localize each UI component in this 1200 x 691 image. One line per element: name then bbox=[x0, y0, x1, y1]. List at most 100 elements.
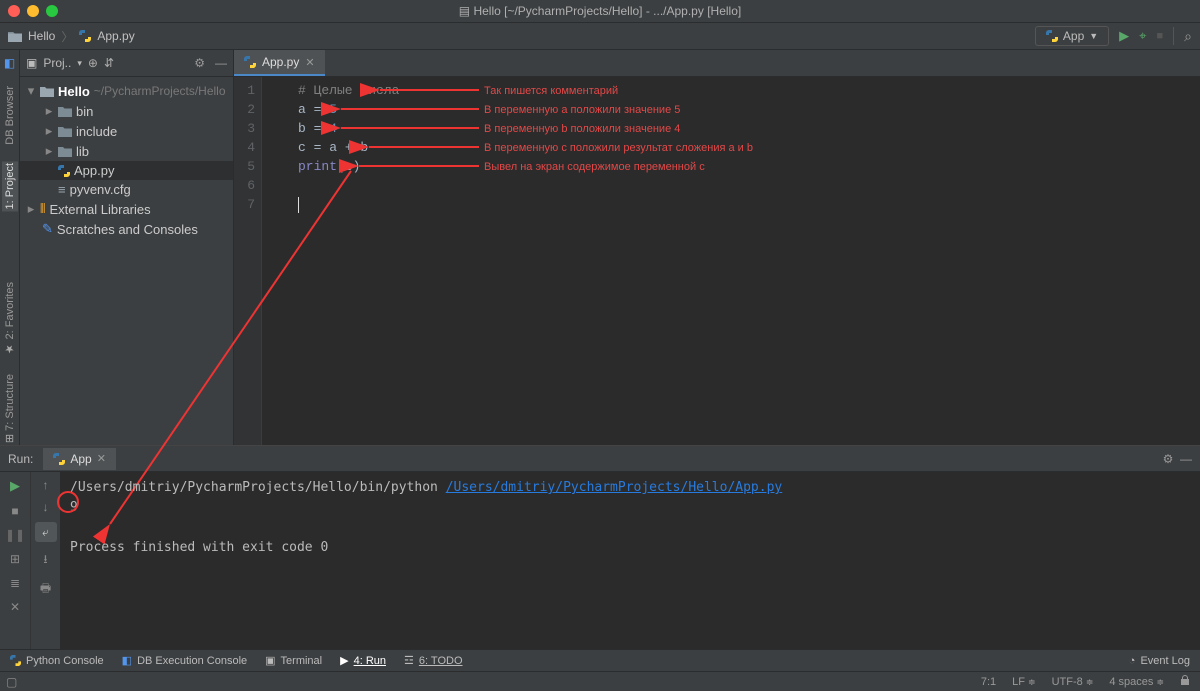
gear-icon[interactable]: ⚙ bbox=[1163, 452, 1174, 466]
annotation-5: Вывел на экран содержимое переменной c bbox=[484, 161, 705, 173]
todo-tab[interactable]: ☲6: TODO bbox=[404, 654, 462, 667]
tool-windows-icon[interactable]: ▢ bbox=[6, 675, 17, 689]
run-output-actions: ↑ ↓ ⤶ ⭳ 🖶 bbox=[30, 472, 60, 649]
tree-file-pyvenv[interactable]: ≡pyvenv.cfg bbox=[20, 180, 233, 199]
run-exit-line: Process finished with exit code 0 bbox=[70, 538, 1190, 558]
code-editor[interactable]: App.py ✕ 1234567 # Целые числа a = 5 b =… bbox=[234, 50, 1200, 445]
divider bbox=[1173, 27, 1174, 45]
window-controls[interactable] bbox=[8, 5, 58, 17]
chevron-down-icon: ▼ bbox=[1089, 31, 1098, 41]
structure-tab[interactable]: ⊞ 7: Structure bbox=[1, 372, 18, 445]
project-tool-header: ▣ Proj.. ▾ ⊕ ⇵ ⚙ — bbox=[20, 50, 233, 77]
breadcrumb-file[interactable]: App.py bbox=[97, 29, 134, 43]
run-console[interactable]: /Users/dmitriy/PycharmProjects/Hello/bin… bbox=[60, 472, 1200, 649]
tree-scratches[interactable]: ✎Scratches and Consoles bbox=[20, 219, 233, 239]
close-icon[interactable]: ✕ bbox=[305, 56, 314, 69]
python-icon bbox=[10, 655, 21, 666]
target-icon[interactable]: ⊕ bbox=[88, 56, 98, 70]
annotation-4: В переменную c положили результат сложен… bbox=[484, 142, 753, 154]
db-browser-icon[interactable]: ◧ bbox=[4, 56, 15, 70]
python-icon bbox=[244, 56, 256, 68]
minimize-icon[interactable]: — bbox=[1180, 452, 1192, 466]
python-icon bbox=[58, 165, 70, 177]
tree-external-libraries[interactable]: ▸⫴External Libraries bbox=[20, 199, 233, 219]
close-panel-icon[interactable]: ✕ bbox=[10, 600, 20, 614]
encoding[interactable]: UTF-8 ≑ bbox=[1052, 676, 1094, 688]
play-icon: ▶ bbox=[340, 654, 348, 667]
dump-icon[interactable]: ≣ bbox=[10, 576, 20, 590]
project-root-path: ~/PycharmProjects/Hello bbox=[94, 84, 226, 98]
soft-wrap-icon[interactable]: ⤶ bbox=[35, 522, 57, 542]
editor-tab-label: App.py bbox=[262, 55, 299, 69]
folder-icon bbox=[58, 145, 72, 157]
run-icon[interactable]: ▶ bbox=[1119, 28, 1129, 44]
annotation-1: Так пишется комментарий bbox=[484, 85, 618, 97]
zoom-window-icon[interactable] bbox=[46, 5, 58, 17]
document-icon: ▤ bbox=[459, 4, 474, 18]
sort-icon[interactable]: ⇵ bbox=[104, 56, 114, 70]
chevron-right-icon[interactable]: ▸ bbox=[44, 123, 54, 139]
code-line-1: # Целые числа bbox=[298, 83, 399, 98]
chevron-right-icon[interactable]: ▸ bbox=[44, 143, 54, 159]
debug-icon[interactable]: ⌖ bbox=[1139, 28, 1146, 44]
chevron-down-icon[interactable]: ▾ bbox=[77, 58, 82, 69]
line-ending[interactable]: LF ≑ bbox=[1012, 676, 1035, 688]
minimize-window-icon[interactable] bbox=[27, 5, 39, 17]
pause-icon[interactable]: ❚❚ bbox=[5, 528, 25, 542]
run-output-line: 9 bbox=[70, 498, 1190, 518]
scroll-end-icon[interactable]: ⭳ bbox=[43, 550, 47, 571]
close-window-icon[interactable] bbox=[8, 5, 20, 17]
db-browser-tab[interactable]: DB Browser bbox=[2, 84, 18, 147]
event-log-tab[interactable]: ◔Event Log bbox=[1129, 655, 1190, 667]
layout-icon[interactable]: ⊞ bbox=[10, 552, 20, 566]
close-icon[interactable]: ✕ bbox=[97, 452, 106, 465]
run-tool-window: Run: App ✕ ⚙ — ▶ ■ ❚❚ ⊞ ≣ ✕ ↑ ↓ ⤶ ⭳ 🖶 bbox=[0, 445, 1200, 649]
left-tool-stripe: ◧ DB Browser 1: Project ★ 2: Favorites ⊞… bbox=[0, 50, 20, 445]
tree-folder-bin[interactable]: ▸bin bbox=[20, 101, 233, 121]
terminal-icon: ▣ bbox=[265, 654, 275, 667]
terminal-tab[interactable]: ▣Terminal bbox=[265, 654, 322, 667]
indent-setting[interactable]: 4 spaces ≑ bbox=[1109, 676, 1164, 688]
editor-tab-app-py[interactable]: App.py ✕ bbox=[234, 50, 325, 76]
project-root[interactable]: ▾ Hello ~/PycharmProjects/Hello bbox=[20, 81, 233, 101]
line-gutter: 1234567 bbox=[234, 77, 262, 445]
tree-folder-lib[interactable]: ▸lib bbox=[20, 141, 233, 161]
run-tab-label: App bbox=[70, 452, 91, 466]
code-editor-body[interactable]: # Целые числа a = 5 b = 4 c = a + b prin… bbox=[262, 77, 399, 445]
chevron-right-icon[interactable]: ▸ bbox=[26, 201, 36, 217]
stop-icon[interactable]: ■ bbox=[11, 504, 18, 518]
project-tab[interactable]: 1: Project bbox=[2, 161, 18, 211]
chevron-down-icon[interactable]: ▾ bbox=[26, 83, 36, 99]
run-tab-app[interactable]: App ✕ bbox=[43, 448, 116, 470]
run-tab[interactable]: ▶4: Run bbox=[340, 654, 386, 667]
annotation-2: В переменную a положили значение 5 bbox=[484, 104, 680, 116]
cursor-position[interactable]: 7:1 bbox=[981, 676, 996, 688]
db-execution-tab[interactable]: ◧DB Execution Console bbox=[122, 654, 247, 667]
tree-file-app-py[interactable]: App.py bbox=[20, 161, 233, 180]
print-icon[interactable]: 🖶 bbox=[40, 579, 51, 600]
favorites-tab[interactable]: ★ 2: Favorites bbox=[1, 280, 18, 358]
lock-icon[interactable] bbox=[1180, 675, 1190, 688]
project-view-icon: ▣ bbox=[26, 56, 37, 70]
chevron-right-icon[interactable]: ▸ bbox=[44, 103, 54, 119]
minimize-icon[interactable]: — bbox=[215, 56, 227, 70]
stop-icon[interactable]: ■ bbox=[1157, 30, 1164, 42]
python-console-tab[interactable]: Python Console bbox=[10, 655, 104, 667]
breadcrumb-project[interactable]: Hello bbox=[28, 29, 55, 43]
search-icon[interactable]: ⌕ bbox=[1184, 28, 1192, 45]
run-cmd-prefix: /Users/dmitriy/PycharmProjects/Hello/bin… bbox=[70, 480, 446, 495]
down-icon[interactable]: ↓ bbox=[43, 500, 49, 514]
project-tree[interactable]: ▾ Hello ~/PycharmProjects/Hello ▸bin ▸in… bbox=[20, 77, 233, 243]
rerun-icon[interactable]: ▶ bbox=[10, 478, 20, 494]
up-icon[interactable]: ↑ bbox=[43, 478, 49, 492]
folder-icon bbox=[58, 105, 72, 117]
breadcrumb[interactable]: Hello 〉 App.py bbox=[8, 28, 135, 45]
gear-icon[interactable]: ⚙ bbox=[194, 56, 205, 70]
run-tool-title: Run: bbox=[8, 452, 33, 466]
run-cmd-path[interactable]: /Users/dmitriy/PycharmProjects/Hello/App… bbox=[446, 480, 783, 495]
tree-folder-include[interactable]: ▸include bbox=[20, 121, 233, 141]
textfile-icon: ≡ bbox=[58, 182, 66, 197]
event-log-icon: ◔ bbox=[1129, 655, 1136, 667]
run-config-dropdown[interactable]: App ▼ bbox=[1035, 26, 1109, 46]
project-view-label[interactable]: Proj.. bbox=[43, 56, 71, 70]
